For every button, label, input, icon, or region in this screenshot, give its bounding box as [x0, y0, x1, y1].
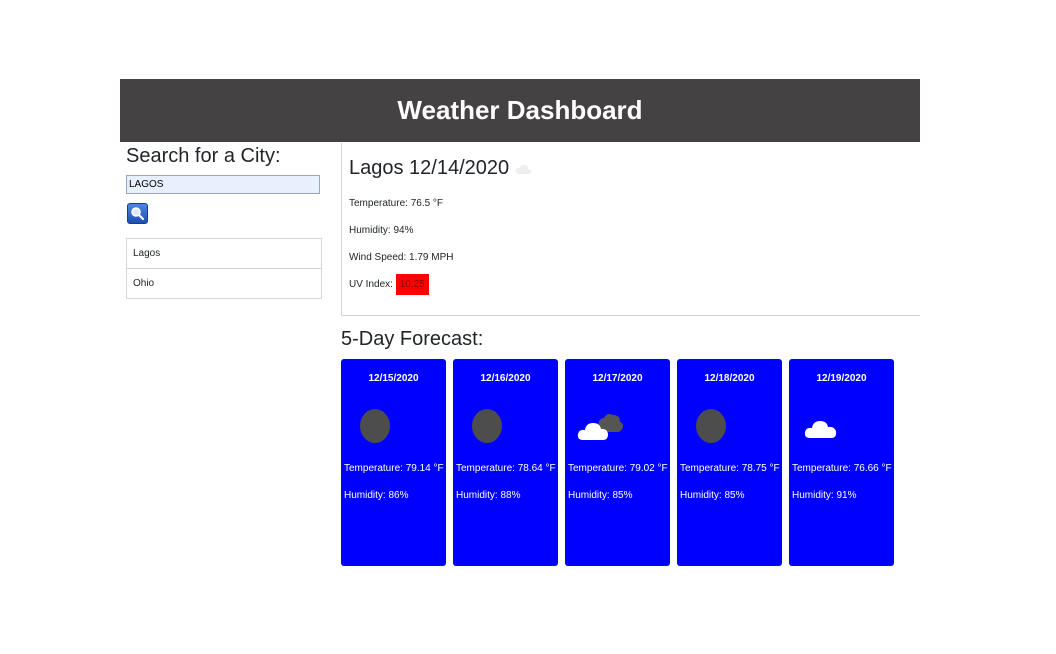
forecast-date: 12/18/2020 [704, 373, 755, 384]
search-history-list: Lagos Ohio [126, 238, 322, 299]
forecast-card: 12/17/2020 Temperature: 79.02 °F Humidit… [565, 359, 670, 566]
forecast-cards: 12/15/2020 Temperature: 79.14 °F Humidit… [341, 359, 894, 566]
cloud-icon [515, 164, 532, 174]
broken-clouds-icon [577, 414, 624, 440]
current-city-title: Lagos 12/14/2020 [349, 157, 533, 180]
forecast-humidity: Humidity: 86% [344, 490, 409, 501]
forecast-date: 12/15/2020 [368, 373, 419, 384]
forecast-date: 12/17/2020 [592, 373, 643, 384]
forecast-card: 12/18/2020 Temperature: 78.75 °F Humidit… [677, 359, 782, 566]
forecast-temperature: Temperature: 76.66 °F [792, 463, 892, 474]
moon-icon [472, 409, 502, 443]
forecast-card: 12/15/2020 Temperature: 79.14 °F Humidit… [341, 359, 446, 566]
app-header: Weather Dashboard [120, 79, 920, 142]
history-item-lagos[interactable]: Lagos [126, 238, 322, 269]
forecast-date: 12/16/2020 [480, 373, 531, 384]
current-wind-speed: Wind Speed: 1.79 MPH [349, 252, 454, 263]
search-heading: Search for a City: [126, 145, 281, 167]
forecast-temperature: Temperature: 79.14 °F [344, 463, 444, 474]
forecast-humidity: Humidity: 85% [568, 490, 633, 501]
moon-icon [360, 409, 390, 443]
current-uv-index: UV Index: 10.25 [349, 274, 429, 295]
forecast-temperature: Temperature: 78.75 °F [680, 463, 780, 474]
city-search-input[interactable] [126, 175, 320, 194]
search-icon [131, 207, 145, 221]
uv-index-label: UV Index: [349, 279, 393, 290]
moon-icon [696, 409, 726, 443]
forecast-heading: 5-Day Forecast: [341, 328, 484, 350]
history-item-ohio[interactable]: Ohio [126, 268, 322, 299]
forecast-temperature: Temperature: 79.02 °F [568, 463, 668, 474]
current-humidity: Humidity: 94% [349, 225, 414, 236]
cloud-icon [804, 421, 837, 438]
page-title: Weather Dashboard [397, 95, 643, 125]
forecast-card: 12/19/2020 Temperature: 76.66 °F Humidit… [789, 359, 894, 566]
forecast-temperature: Temperature: 78.64 °F [456, 463, 556, 474]
forecast-date: 12/19/2020 [816, 373, 867, 384]
search-button[interactable] [127, 203, 148, 224]
forecast-humidity: Humidity: 91% [792, 490, 857, 501]
current-temperature: Temperature: 76.5 °F [349, 198, 444, 209]
current-city-date: Lagos 12/14/2020 [349, 157, 510, 179]
forecast-humidity: Humidity: 85% [680, 490, 745, 501]
uv-index-badge: 10.25 [395, 274, 429, 295]
current-weather-panel: Lagos 12/14/2020 Temperature: 76.5 °F Hu… [341, 143, 920, 316]
forecast-humidity: Humidity: 88% [456, 490, 521, 501]
forecast-card: 12/16/2020 Temperature: 78.64 °F Humidit… [453, 359, 558, 566]
